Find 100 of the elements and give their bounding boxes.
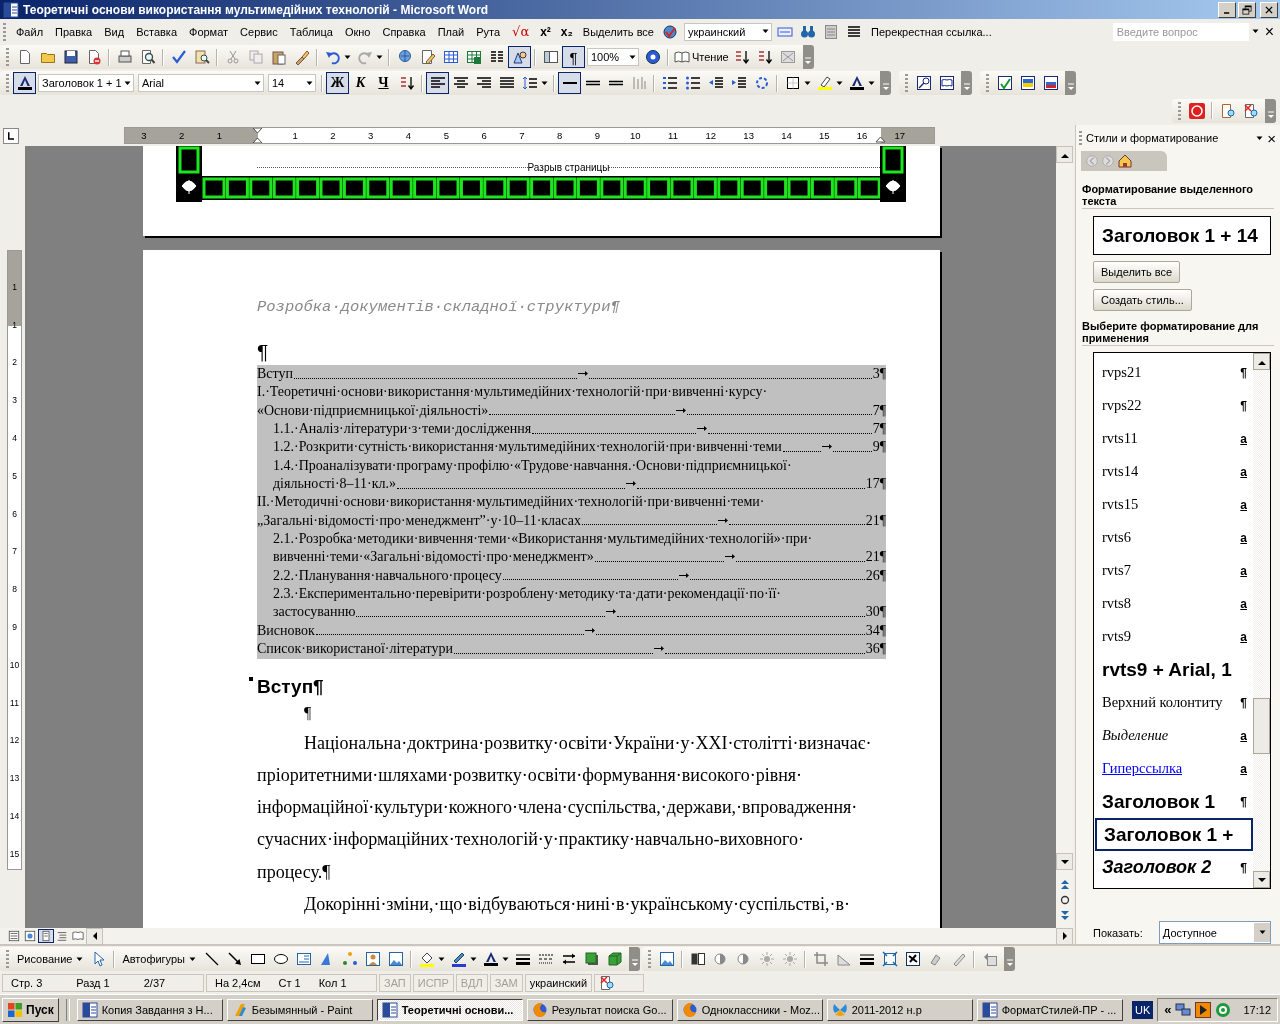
caret-icon[interactable] bbox=[344, 54, 351, 60]
style-list-item[interactable]: rvts15 a bbox=[1095, 488, 1253, 521]
toolbar-options-button[interactable] bbox=[880, 71, 891, 95]
scroll-thumb[interactable] bbox=[1253, 698, 1270, 754]
print-icon[interactable] bbox=[116, 49, 133, 65]
cube-icon[interactable] bbox=[606, 951, 623, 967]
chevron-icon[interactable] bbox=[629, 958, 640, 968]
more-contrast-icon[interactable] bbox=[712, 951, 729, 967]
sort-descending-icon[interactable] bbox=[757, 49, 774, 65]
chevron-icon[interactable] bbox=[1065, 82, 1076, 92]
reading-button[interactable]: Чтение bbox=[692, 51, 729, 63]
indent-marker-icon[interactable] bbox=[875, 136, 886, 143]
menu-item[interactable]: Окно bbox=[338, 21, 377, 42]
show-dropdown[interactable]: Доступное bbox=[1158, 921, 1271, 944]
frame-icon[interactable] bbox=[823, 23, 840, 40]
language-status[interactable]: украинский bbox=[524, 974, 593, 992]
pane-button[interactable]: Выделить все bbox=[1093, 261, 1181, 283]
text-box-icon[interactable] bbox=[295, 951, 312, 967]
toc-page-number[interactable]: 7¶ bbox=[872, 420, 886, 439]
chevron-icon[interactable] bbox=[1004, 958, 1015, 968]
toc-page-number[interactable]: 21¶ bbox=[865, 548, 886, 567]
style-list-item[interactable]: rvts8 a bbox=[1095, 587, 1253, 620]
tray-expand-button[interactable]: « bbox=[1164, 1002, 1172, 1017]
style-list-item[interactable]: rvts7 a bbox=[1095, 554, 1253, 587]
taskbar-button[interactable]: Безымянный - Paint bbox=[226, 998, 373, 1021]
close-pane-button[interactable]: × bbox=[1267, 129, 1276, 147]
book-icon[interactable] bbox=[938, 75, 955, 91]
menu-item[interactable]: Вставка bbox=[130, 21, 183, 42]
formula-button[interactable]: √α bbox=[506, 21, 536, 42]
menu-item[interactable]: Сервис bbox=[234, 21, 284, 42]
home-icon[interactable] bbox=[1117, 153, 1133, 169]
network-icon[interactable] bbox=[1175, 1001, 1192, 1018]
toc-entry-text[interactable]: 1.1.·Аналіз·літератури·з·теми·дослідження bbox=[273, 420, 532, 439]
help-icon[interactable] bbox=[644, 49, 661, 65]
spelling-check-icon[interactable] bbox=[170, 49, 187, 65]
style-list-item[interactable]: rvps21 ¶ bbox=[1095, 356, 1253, 389]
style-list-item[interactable]: rvts6 a bbox=[1095, 521, 1253, 554]
dash-style-icon[interactable] bbox=[537, 951, 554, 967]
style-list-item[interactable]: Верхний колонтиту ¶ bbox=[1095, 686, 1253, 719]
zoom-dropdown[interactable]: 100% bbox=[587, 48, 639, 66]
menu-item[interactable]: Рута bbox=[470, 21, 507, 42]
style-list-item[interactable]: rvts11 a bbox=[1095, 422, 1253, 455]
toc-entry-text[interactable]: діяльності·8–11·кл.» bbox=[273, 475, 396, 494]
compress-icon[interactable] bbox=[881, 951, 898, 967]
toc-page-number[interactable]: 34¶ bbox=[865, 621, 886, 641]
caret-icon[interactable] bbox=[124, 80, 131, 86]
toc-entry-text[interactable]: 1.2.·Розкрити·сутність·використання·мультимедійних·технологій·при·вивченні·теми bbox=[273, 438, 782, 457]
menu-item[interactable]: Справка bbox=[376, 21, 432, 42]
oval-icon[interactable] bbox=[272, 951, 289, 967]
menu-item[interactable]: Таблица bbox=[283, 21, 339, 42]
spelling-check-icon[interactable] bbox=[996, 75, 1013, 91]
font-color-icon[interactable] bbox=[482, 951, 499, 967]
shape-outline-icon[interactable] bbox=[780, 49, 797, 65]
style-list-item[interactable]: Гиперссылка a bbox=[1095, 752, 1253, 785]
menu-item[interactable]: Вид bbox=[98, 21, 131, 42]
toc-entry-text[interactable]: Висновок bbox=[257, 621, 315, 641]
toc-page-number[interactable]: 9¶ bbox=[872, 438, 886, 457]
fill-bucket-icon[interactable] bbox=[418, 951, 435, 967]
line-color-icon[interactable] bbox=[450, 951, 467, 967]
taskbar-button[interactable]: 2011-2012 н.р bbox=[826, 998, 973, 1021]
font-size-dropdown[interactable]: 14 bbox=[268, 74, 316, 92]
menu-item[interactable]: Файл bbox=[10, 21, 50, 42]
subscript-button[interactable]: x₂ bbox=[555, 24, 578, 39]
formatting-marks-button[interactable]: ¶ bbox=[562, 46, 585, 68]
flag-icon[interactable] bbox=[1019, 75, 1036, 91]
toc-entry-text[interactable]: Вступ bbox=[257, 365, 293, 384]
rectangle-icon[interactable] bbox=[249, 951, 266, 967]
chevron-icon[interactable] bbox=[803, 56, 814, 66]
toolbar-options-button[interactable] bbox=[1004, 947, 1015, 971]
spelling-status-panel[interactable] bbox=[594, 974, 645, 992]
italic-button[interactable]: К bbox=[349, 72, 372, 94]
style-list-item[interactable]: Заголовок 1 ¶ bbox=[1095, 785, 1253, 818]
pane-menu-caret-icon[interactable] bbox=[1256, 135, 1264, 141]
cross-reference-button[interactable]: Перекрестная ссылка... bbox=[866, 21, 997, 42]
toc-page-number[interactable]: 3¶ bbox=[872, 365, 886, 384]
toolbar-options-button[interactable] bbox=[802, 45, 814, 69]
toolbar-options-button[interactable] bbox=[629, 947, 640, 971]
normal-view-icon[interactable] bbox=[8, 930, 20, 942]
stop-icon[interactable] bbox=[1188, 102, 1205, 119]
document-search-icon[interactable] bbox=[1219, 102, 1236, 119]
chevron-icon[interactable] bbox=[1265, 109, 1276, 120]
book-icon[interactable] bbox=[674, 49, 690, 65]
caret-icon[interactable] bbox=[836, 80, 843, 86]
start-button[interactable]: Пуск bbox=[2, 997, 59, 1022]
horizontal-ruler[interactable]: 3 2 1 1 2 3 4 5 6 7 8 9 10 11 12 13 14 15 16 17 bbox=[124, 127, 935, 144]
caret-icon[interactable] bbox=[762, 29, 769, 34]
taskbar-button[interactable]: ФорматСтилей-ПР - ... bbox=[976, 998, 1123, 1021]
caret-icon[interactable] bbox=[376, 54, 383, 60]
language-indicator[interactable]: UK bbox=[1131, 1000, 1154, 1019]
caret-icon[interactable] bbox=[254, 80, 261, 86]
toc-page-number[interactable]: 36¶ bbox=[865, 640, 886, 659]
style-dropdown[interactable]: Заголовок 1 + 1 bbox=[38, 74, 134, 92]
crop-icon[interactable] bbox=[812, 951, 829, 967]
language-dropdown[interactable]: украинский bbox=[684, 22, 772, 41]
caret-icon[interactable] bbox=[541, 80, 548, 86]
research-icon[interactable] bbox=[193, 49, 210, 65]
arrow-style-icon[interactable] bbox=[560, 951, 577, 967]
globe-icon[interactable] bbox=[396, 49, 413, 65]
scrollbar[interactable] bbox=[1253, 353, 1270, 888]
picture-icon[interactable] bbox=[387, 951, 404, 967]
